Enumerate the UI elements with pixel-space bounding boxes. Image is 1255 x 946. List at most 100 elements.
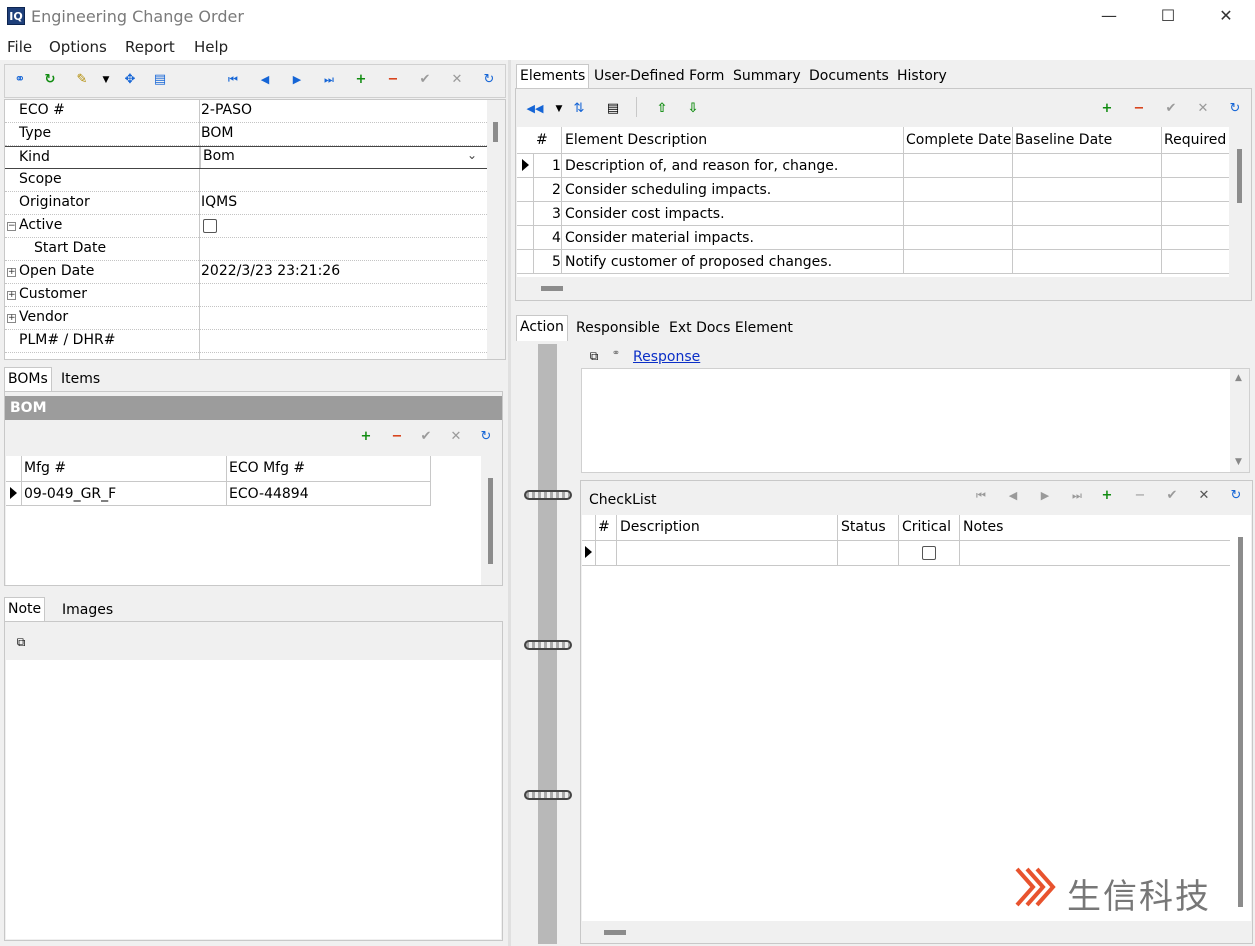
table-cell[interactable]: 1 xyxy=(552,158,561,174)
form-icon[interactable]: ▤ xyxy=(151,72,169,90)
elements-vscrollbar[interactable] xyxy=(1229,127,1250,277)
kind-select[interactable]: Bom ⌄ xyxy=(200,147,487,168)
critical-checkbox[interactable] xyxy=(922,546,936,560)
minimize-button[interactable]: — xyxy=(1080,0,1138,34)
bom-cancel-icon[interactable]: ✕ xyxy=(447,429,465,447)
column-header-number[interactable]: # xyxy=(598,519,610,535)
element-refresh-icon[interactable]: ↻ xyxy=(1226,101,1244,119)
scrollbar-thumb[interactable] xyxy=(604,930,626,935)
scrollbar-thumb[interactable] xyxy=(493,122,498,142)
tab-elements[interactable]: Elements xyxy=(516,64,590,89)
menu-report[interactable]: Report xyxy=(125,38,175,56)
bom-refresh-icon[interactable]: ↻ xyxy=(477,429,495,447)
tab-items[interactable]: Items xyxy=(58,368,104,392)
property-row-active[interactable]: − Active xyxy=(5,215,487,238)
property-row-eco[interactable]: ECO # 2-PASO xyxy=(5,100,487,123)
property-row-customer[interactable]: + Customer xyxy=(5,284,487,307)
edit-response-icon[interactable]: ⧉ xyxy=(585,348,603,366)
column-header-notes[interactable]: Notes xyxy=(963,519,1003,535)
column-header-description[interactable]: Description xyxy=(620,519,700,535)
bom-add-icon[interactable]: + xyxy=(357,429,375,447)
last-record-icon[interactable]: ⏭ xyxy=(1068,488,1086,506)
table-cell[interactable]: ECO-44894 xyxy=(229,486,309,502)
table-cell[interactable]: Description of, and reason for, change. xyxy=(565,158,838,174)
element-cancel-icon[interactable]: ✕ xyxy=(1194,101,1212,119)
checklist-post-icon[interactable]: ✔ xyxy=(1163,488,1181,506)
cancel-icon[interactable]: ✕ xyxy=(448,72,466,90)
response-link[interactable]: Response xyxy=(633,349,700,365)
tab-action[interactable]: Action xyxy=(516,315,568,341)
column-header-critical[interactable]: Critical xyxy=(902,519,951,535)
checklist-refresh-icon[interactable]: ↻ xyxy=(1227,488,1245,506)
menu-options[interactable]: Options xyxy=(49,38,107,56)
property-row-start-date[interactable]: Start Date xyxy=(5,238,487,261)
tab-note[interactable]: Note xyxy=(4,597,46,621)
move-icon[interactable]: ✥ xyxy=(121,72,139,90)
close-button[interactable]: ✕ xyxy=(1197,0,1255,34)
refresh-icon[interactable]: ↻ xyxy=(41,72,59,90)
tab-summary[interactable]: Summary xyxy=(730,65,804,89)
next-record-icon[interactable]: ▶ xyxy=(288,72,306,90)
table-cell[interactable]: Consider scheduling impacts. xyxy=(565,182,771,198)
prior-record-icon[interactable]: ◀ xyxy=(256,72,274,90)
first-record-icon[interactable]: ⏮ xyxy=(972,488,990,506)
add-icon[interactable]: + xyxy=(352,72,370,90)
chevron-down-icon[interactable]: ⌄ xyxy=(467,148,477,162)
collapse-icon[interactable]: − xyxy=(7,222,16,231)
menu-help[interactable]: Help xyxy=(194,38,228,56)
checklist-add-icon[interactable]: + xyxy=(1098,488,1116,506)
form-view-icon[interactable]: ▤ xyxy=(604,101,622,119)
wand-icon[interactable]: ✎ xyxy=(73,72,91,90)
scrollbar-thumb[interactable] xyxy=(488,478,493,564)
expand-icon[interactable]: + xyxy=(7,291,16,300)
checklist-cancel-icon[interactable]: ✕ xyxy=(1195,488,1213,506)
vertical-splitter[interactable] xyxy=(508,60,511,946)
property-row-originator[interactable]: Originator IQMS xyxy=(5,192,487,215)
tab-images[interactable]: Images xyxy=(59,599,117,623)
column-header-status[interactable]: Status xyxy=(841,519,886,535)
scroll-up-icon[interactable]: ▲ xyxy=(1235,373,1242,383)
bom-post-icon[interactable]: ✔ xyxy=(417,429,435,447)
bom-delete-icon[interactable]: − xyxy=(388,429,406,447)
property-row-plm[interactable]: PLM# / DHR# xyxy=(5,330,487,353)
last-record-icon[interactable]: ⏭ xyxy=(320,72,338,90)
scrollbar-thumb[interactable] xyxy=(1238,537,1243,907)
active-checkbox[interactable] xyxy=(203,219,217,233)
property-row-vendor[interactable]: + Vendor xyxy=(5,307,487,330)
checklist-vscrollbar[interactable] xyxy=(1230,515,1251,921)
elements-hscrollbar[interactable] xyxy=(517,277,1250,299)
response-memo[interactable]: ▲ ▼ xyxy=(581,368,1250,473)
column-header-element-description[interactable]: Element Description xyxy=(565,132,707,148)
tab-boms[interactable]: BOMs xyxy=(4,367,52,391)
table-cell[interactable]: 5 xyxy=(552,254,561,270)
move-up-icon[interactable]: ⇧ xyxy=(653,101,671,119)
table-cell[interactable]: Consider cost impacts. xyxy=(565,206,725,222)
bom-scrollbar[interactable] xyxy=(481,456,501,585)
table-cell[interactable]: Consider material impacts. xyxy=(565,230,754,246)
table-cell[interactable]: 3 xyxy=(552,206,561,222)
element-delete-icon[interactable]: − xyxy=(1130,101,1148,119)
table-cell[interactable]: Notify customer of proposed changes. xyxy=(565,254,832,270)
scrollbar-thumb[interactable] xyxy=(541,286,563,291)
binoculars-icon[interactable]: ⚭ xyxy=(11,72,29,90)
element-post-icon[interactable]: ✔ xyxy=(1162,101,1180,119)
menu-file[interactable]: File xyxy=(7,38,32,56)
column-header-baseline-date[interactable]: Baseline Date xyxy=(1015,132,1112,148)
column-header-complete-date[interactable]: Complete Date xyxy=(906,132,1011,148)
dropdown-icon[interactable]: ▼ xyxy=(97,72,115,90)
scrollbar-thumb[interactable] xyxy=(1237,149,1242,203)
tab-history[interactable]: History xyxy=(894,65,950,89)
maximize-button[interactable]: ☐ xyxy=(1139,0,1197,34)
table-cell[interactable]: 09-049_GR_F xyxy=(24,486,116,502)
column-header-eco-mfg[interactable]: ECO Mfg # xyxy=(229,460,305,476)
expand-icon[interactable]: + xyxy=(7,268,16,277)
next-record-icon[interactable]: ▶ xyxy=(1036,488,1054,506)
sort-icon[interactable]: ⇅ xyxy=(570,101,588,119)
column-header-required[interactable]: Required xyxy=(1164,132,1226,148)
tab-documents[interactable]: Documents xyxy=(806,65,892,89)
first-record-icon[interactable]: ⏮ xyxy=(224,72,242,90)
post-check-icon[interactable]: ✔ xyxy=(416,72,434,90)
prior-record-icon[interactable]: ◀ xyxy=(1004,488,1022,506)
property-row-type[interactable]: Type BOM xyxy=(5,123,487,146)
tab-ext-docs-element[interactable]: Ext Docs Element xyxy=(666,317,796,341)
